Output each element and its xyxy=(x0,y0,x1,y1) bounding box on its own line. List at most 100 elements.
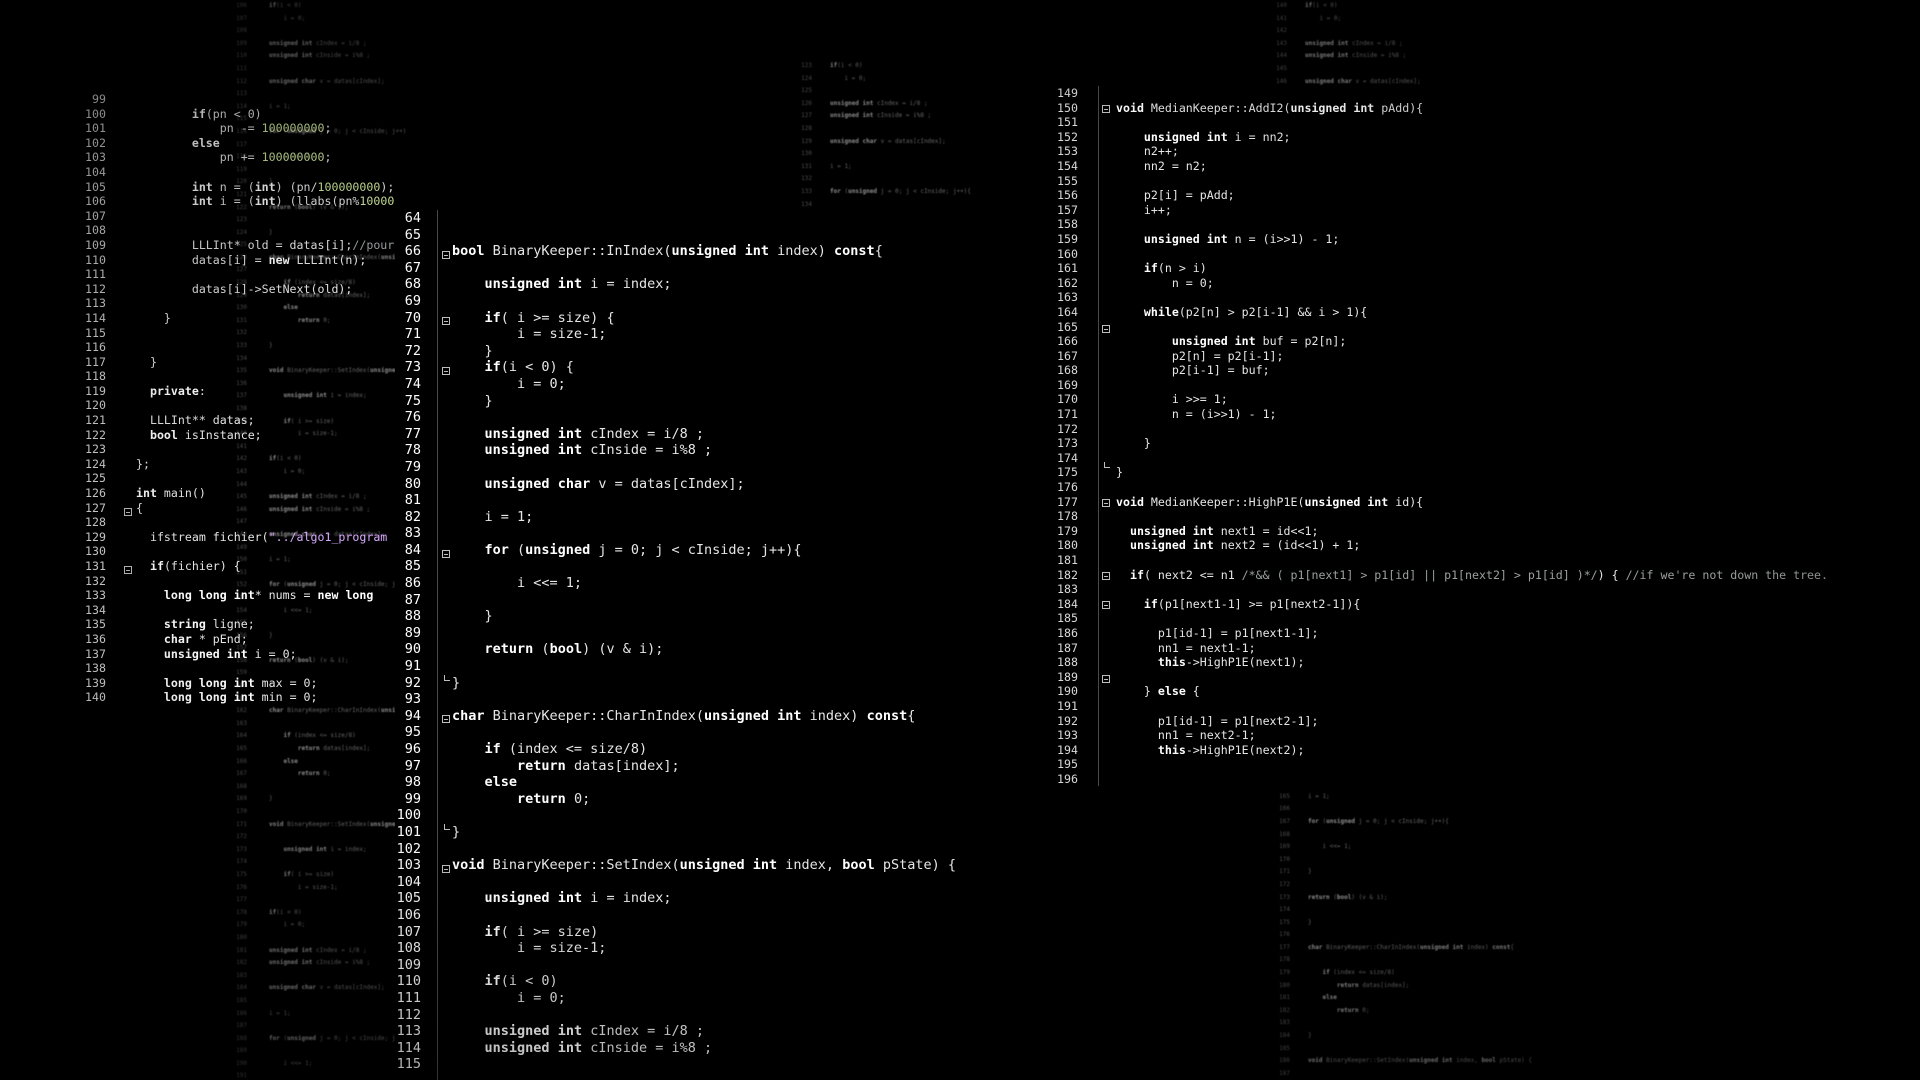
code-line[interactable]: i <<= 1; xyxy=(452,575,956,592)
code-line[interactable]: LLLInt* old = datas[i];//pour un problèm… xyxy=(136,238,395,253)
code-line[interactable]: unsigned int i = 0; xyxy=(136,647,395,662)
code-line[interactable]: unsigned int cIndex = i/8 ; xyxy=(452,426,956,443)
code-line[interactable]: } xyxy=(452,824,956,841)
code-line[interactable]: ​ xyxy=(452,807,956,824)
code-line[interactable]: ​ xyxy=(452,409,956,426)
code-line[interactable]: n = (i>>1) - 1; xyxy=(1116,407,1828,422)
code-line[interactable]: ​ xyxy=(136,544,395,559)
code-line[interactable]: unsigned char v = datas[cIndex]; xyxy=(452,476,956,493)
code-line[interactable]: ​ xyxy=(136,442,395,457)
code-line[interactable]: } xyxy=(1116,436,1828,451)
code-line[interactable]: ​ xyxy=(136,165,395,180)
code-line[interactable]: private: xyxy=(136,384,395,399)
code-line[interactable]: ​ xyxy=(1116,86,1828,101)
code-line[interactable]: p1[id-1] = p1[next2-1]; xyxy=(1116,714,1828,729)
fold-toggle-icon[interactable] xyxy=(124,508,132,516)
code-line[interactable]: ​ xyxy=(452,658,956,675)
code-line[interactable]: ​ xyxy=(136,471,395,486)
code-line[interactable]: ​ xyxy=(452,227,956,244)
code-line[interactable]: ​ xyxy=(136,296,395,311)
code-line[interactable]: long long int max = 0; xyxy=(136,676,395,691)
code-line[interactable]: char BinaryKeeper::CharInIndex(unsigned … xyxy=(452,708,956,725)
code-line[interactable]: long long int* nums = new long xyxy=(136,588,395,603)
code-line[interactable]: if(i < 0) { xyxy=(452,359,956,376)
code-line[interactable]: nn2 = n2; xyxy=(1116,159,1828,174)
code-line[interactable]: ​ xyxy=(452,260,956,277)
code-line[interactable]: ​ xyxy=(1116,699,1828,714)
code-line[interactable]: ​ xyxy=(1116,115,1828,130)
code-line[interactable]: unsigned int i = index; xyxy=(452,890,956,907)
code-line[interactable]: else xyxy=(452,774,956,791)
code-line[interactable]: ​ xyxy=(136,209,395,224)
fold-toggle-icon[interactable] xyxy=(442,367,450,375)
fold-toggle-icon[interactable] xyxy=(1102,572,1110,580)
fold-toggle-icon[interactable] xyxy=(1102,499,1110,507)
code-line[interactable]: ​ xyxy=(452,841,956,858)
code-line[interactable]: } xyxy=(452,675,956,692)
code-line[interactable]: i++; xyxy=(1116,203,1828,218)
code-line[interactable]: p1[id-1] = p1[next1-1]; xyxy=(1116,626,1828,641)
code-line[interactable]: ​ xyxy=(452,210,956,227)
code-line[interactable]: unsigned int cInside = i%8 ; xyxy=(452,442,956,459)
code-line[interactable]: string ligne; xyxy=(136,617,395,632)
code-line[interactable]: ​ xyxy=(452,592,956,609)
code-line[interactable]: ​ xyxy=(452,1007,956,1024)
fold-toggle-icon[interactable] xyxy=(1102,601,1110,609)
code-line[interactable]: ​ xyxy=(452,625,956,642)
code-line[interactable]: ​ xyxy=(1116,174,1828,189)
code-line[interactable]: ​ xyxy=(1116,247,1828,262)
fold-toggle-icon[interactable] xyxy=(124,566,132,574)
code-line[interactable]: int main() xyxy=(136,486,395,501)
code-line[interactable]: datas[i]->SetNext(old); xyxy=(136,282,395,297)
fold-toggle-icon[interactable] xyxy=(442,550,450,558)
code-line[interactable]: if(n > i) xyxy=(1116,261,1828,276)
code-line[interactable]: } xyxy=(136,355,395,370)
code-line[interactable]: ​ xyxy=(136,398,395,413)
code-line[interactable]: nn1 = next2-1; xyxy=(1116,728,1828,743)
code-line[interactable]: unsigned int n = (i>>1) - 1; xyxy=(1116,232,1828,247)
code-line[interactable]: if( i >= size) { xyxy=(452,310,956,327)
code-line[interactable]: pn += 100000000; xyxy=(136,150,395,165)
code-line[interactable]: void MedianKeeper::HighP1E(unsigned int … xyxy=(1116,495,1828,510)
fold-toggle-icon[interactable] xyxy=(442,865,450,873)
code-line[interactable]: } xyxy=(452,393,956,410)
code-line[interactable]: unsigned int buf = p2[n]; xyxy=(1116,334,1828,349)
code-line[interactable]: unsigned int i = index; xyxy=(452,276,956,293)
code-line[interactable]: LLLInt** datas; xyxy=(136,413,395,428)
code-line[interactable]: ​ xyxy=(452,492,956,509)
code-line[interactable]: if (index <= size/8) xyxy=(452,741,956,758)
code-line[interactable]: ​ xyxy=(1116,451,1828,466)
fold-toggle-icon[interactable] xyxy=(442,251,450,259)
code-line[interactable]: ​ xyxy=(452,1056,956,1073)
code-line[interactable]: if(p1[next1-1] >= p1[next2-1]){ xyxy=(1116,597,1828,612)
code-line[interactable]: } xyxy=(452,608,956,625)
code-line[interactable]: ​ xyxy=(452,293,956,310)
code-line[interactable]: ​ xyxy=(1116,509,1828,524)
code-line[interactable]: ​ xyxy=(1116,757,1828,772)
code-line[interactable]: unsigned int next2 = (id<<1) + 1; xyxy=(1116,538,1828,553)
code-line[interactable]: if(i < 0) xyxy=(452,973,956,990)
code-line[interactable]: else xyxy=(136,136,395,151)
code-line[interactable]: } xyxy=(136,311,395,326)
code-text[interactable]: ​void MedianKeeper::AddI2(unsigned int p… xyxy=(1116,86,1828,786)
code-line[interactable]: ​ xyxy=(136,223,395,238)
code-line[interactable]: return datas[index]; xyxy=(452,758,956,775)
code-line[interactable]: void MedianKeeper::AddI2(unsigned int pA… xyxy=(1116,101,1828,116)
code-line[interactable]: ​ xyxy=(452,907,956,924)
code-line[interactable]: ​ xyxy=(1116,670,1828,685)
code-line[interactable]: ​ xyxy=(1116,582,1828,597)
code-line[interactable]: ​ xyxy=(452,691,956,708)
code-line[interactable]: ​ xyxy=(136,340,395,355)
code-line[interactable]: } xyxy=(1116,465,1828,480)
code-line[interactable]: ​ xyxy=(1116,480,1828,495)
code-line[interactable]: bool isInstance; xyxy=(136,428,395,443)
code-line[interactable]: { xyxy=(136,501,395,516)
code-line[interactable]: i = size-1; xyxy=(452,940,956,957)
code-line[interactable]: datas[i] = new LLLInt(n); xyxy=(136,253,395,268)
code-line[interactable]: p2[n] = p2[i-1]; xyxy=(1116,349,1828,364)
code-line[interactable]: ​ xyxy=(136,267,395,282)
code-line[interactable]: if( i >= size) xyxy=(452,924,956,941)
code-line[interactable]: ​ xyxy=(452,558,956,575)
code-line[interactable]: unsigned int cInside = i%8 ; xyxy=(452,1040,956,1057)
code-line[interactable]: ​ xyxy=(1116,611,1828,626)
